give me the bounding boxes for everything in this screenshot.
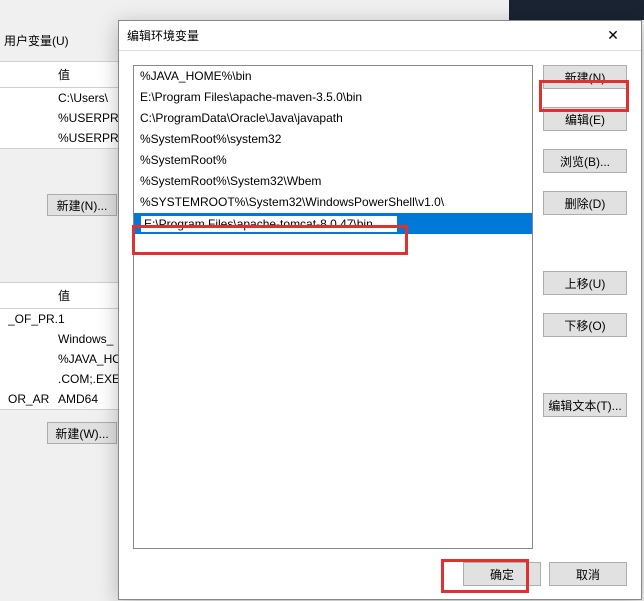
path-entry[interactable]: E:\Program Files\apache-maven-3.5.0\bin [134,87,532,108]
dialog-body: %JAVA_HOME%\bin E:\Program Files\apache-… [119,51,641,549]
dialog-footer: 确定 取消 [119,549,641,599]
sys-vars-section: 值 _OF_PR... 1 Windows_ %JAVA_HO .COM;.EX… [0,282,120,410]
list-row: .COM;.EXE [0,369,120,389]
list-row: %USERPR [0,108,120,128]
dark-header-strip [509,0,644,20]
cancel-button[interactable]: 取消 [549,562,627,586]
list-row: %JAVA_HO [0,349,120,369]
edit-env-var-dialog: 编辑环境变量 ✕ %JAVA_HOME%\bin E:\Program File… [118,20,642,600]
path-entries-listbox[interactable]: %JAVA_HOME%\bin E:\Program Files\apache-… [133,65,533,549]
new-sys-var-button[interactable]: 新建(W)... [47,422,117,444]
delete-entry-button[interactable]: 删除(D) [543,191,627,215]
user-vars-list: C:\Users\ %USERPR %USERPR [0,88,120,149]
dialog-buttons-column: 新建(N) 编辑(E) 浏览(B)... 删除(D) 上移(U) 下移(O) 编… [543,65,627,549]
dialog-title: 编辑环境变量 [127,27,593,44]
column-header-value: 值 [0,282,120,309]
new-user-var-button[interactable]: 新建(N)... [47,194,117,216]
edit-text-button[interactable]: 编辑文本(T)... [543,393,627,417]
user-vars-label: 用户变量(U) [0,30,120,51]
path-entry-input[interactable] [140,215,398,233]
column-header-value: 值 [0,61,120,88]
edit-entry-button[interactable]: 编辑(E) [543,107,627,131]
move-up-button[interactable]: 上移(U) [543,271,627,295]
close-icon: ✕ [607,27,619,44]
list-row: Windows_ [0,329,120,349]
path-entry[interactable]: C:\ProgramData\Oracle\Java\javapath [134,108,532,129]
dialog-titlebar: 编辑环境变量 ✕ [119,21,641,51]
list-row: C:\Users\ [0,88,120,108]
close-button[interactable]: ✕ [593,22,633,50]
path-entry[interactable]: %SYSTEMROOT%\System32\WindowsPowerShell\… [134,192,532,213]
user-vars-section: 用户变量(U) 值 C:\Users\ %USERPR %USERPR [0,30,120,149]
path-entry-editing[interactable] [134,213,532,234]
path-entry[interactable]: %JAVA_HOME%\bin [134,66,532,87]
new-entry-button[interactable]: 新建(N) [543,65,627,89]
path-entry[interactable]: %SystemRoot% [134,150,532,171]
list-row: %USERPR [0,128,120,148]
sys-vars-list: _OF_PR... 1 Windows_ %JAVA_HO .COM;.EXE … [0,309,120,410]
ok-button[interactable]: 确定 [463,562,541,586]
path-entry[interactable]: %SystemRoot%\system32 [134,129,532,150]
browse-button[interactable]: 浏览(B)... [543,149,627,173]
list-row: _OF_PR... 1 [0,309,120,329]
path-entry[interactable]: %SystemRoot%\System32\Wbem [134,171,532,192]
list-row: OR_AR AMD64 [0,389,120,409]
move-down-button[interactable]: 下移(O) [543,313,627,337]
